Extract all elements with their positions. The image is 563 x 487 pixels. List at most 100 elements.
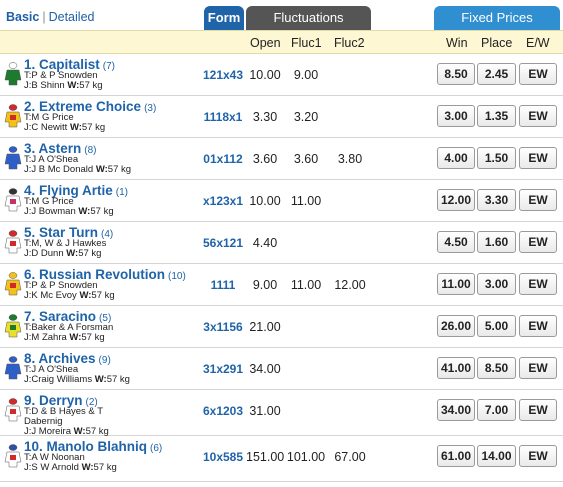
win-price-button[interactable]: 3.00: [437, 105, 475, 127]
view-toggle: Basic | Detailed: [6, 10, 94, 24]
jockey-name: D Dunn: [31, 248, 64, 259]
weight-value: 57 kg: [81, 122, 106, 133]
jockey-silks-icon: [4, 188, 22, 212]
barrier-number: (1): [115, 187, 128, 198]
runner-row: 10. Manolo Blahniq (6) T:A W Noonan J:S W A…: [0, 436, 563, 482]
weight-value: 57 kg: [106, 374, 130, 385]
form-figures[interactable]: 6x1203: [202, 404, 244, 418]
jockey-line: J:Craig Williams W:57 kg: [24, 375, 130, 385]
runner-row: 1. Capitalist (7) T:P & P Snowden J:B Shinn…: [0, 54, 563, 96]
each-way-button[interactable]: EW: [519, 445, 557, 467]
runner-row: 3. Astern (8) T:J A O'Shea J:J B Mc Donald …: [0, 138, 563, 180]
place-price-button[interactable]: 8.50: [477, 357, 516, 379]
runner-row: 5. Star Turn (4) T:M, W & J Hawkes J:D Dunn…: [0, 222, 563, 264]
fluc1-price: 11.00: [290, 278, 322, 292]
win-price-button[interactable]: 4.50: [437, 231, 475, 253]
each-way-button[interactable]: EW: [519, 399, 557, 421]
open-price: 21.00: [249, 320, 281, 334]
jockey-silks-icon: [4, 356, 22, 380]
each-way-button[interactable]: EW: [519, 147, 557, 169]
win-price-button[interactable]: 8.50: [437, 63, 475, 85]
column-header-fluc2: Fluc2: [334, 36, 365, 50]
win-price-button[interactable]: 12.00: [437, 189, 475, 211]
jockey-line: J:S W Arnold W:57 kg: [24, 463, 117, 473]
runner-row: 4. Flying Artie (1) T:M G Price J:J Bowman …: [0, 180, 563, 222]
place-price-button[interactable]: 2.45: [477, 63, 516, 85]
column-header-open: Open: [250, 36, 281, 50]
jockey-silks-icon: [4, 230, 22, 254]
form-figures[interactable]: 1118x1: [202, 110, 244, 124]
form-figures[interactable]: 01x112: [202, 152, 244, 166]
place-price-button[interactable]: 5.00: [477, 315, 516, 337]
form-figures[interactable]: 3x1156: [202, 320, 244, 334]
place-price-button[interactable]: 1.35: [477, 105, 516, 127]
fluc1-price: 3.60: [293, 152, 319, 166]
each-way-button[interactable]: EW: [519, 231, 557, 253]
each-way-button[interactable]: EW: [519, 315, 557, 337]
runner-row: 8. Archives (9) T:J A O'Shea J:Craig Willia…: [0, 348, 563, 390]
weight-value: 57 kg: [78, 248, 102, 259]
each-way-button[interactable]: EW: [519, 273, 557, 295]
barrier-number: (7): [102, 61, 116, 72]
barrier-number: (8): [84, 145, 97, 156]
fluc1-price: 101.00: [286, 450, 326, 464]
weight-value: 57 kg: [79, 80, 103, 91]
open-price: 151.00: [246, 450, 285, 464]
place-price-button[interactable]: 7.00: [477, 399, 516, 421]
column-header-place: Place: [481, 36, 513, 50]
jockey-line: J:J B Mc Donald W:57 kg: [24, 165, 131, 175]
win-price-button[interactable]: 26.00: [437, 315, 475, 337]
weight-label: W:: [94, 374, 107, 385]
jockey-name: J Bowman: [31, 206, 76, 217]
weight-value: 57 kg: [107, 164, 132, 175]
column-header-fluc1: Fluc1: [291, 36, 322, 50]
weight-value: 57 kg: [93, 462, 117, 473]
place-price-button[interactable]: 3.00: [477, 273, 516, 295]
basic-view-link[interactable]: Basic: [6, 10, 39, 24]
jockey-silks-icon: [4, 62, 22, 86]
form-figures[interactable]: 1111: [202, 278, 244, 292]
open-price: 3.60: [252, 152, 278, 166]
place-price-button[interactable]: 1.50: [477, 147, 516, 169]
form-figures[interactable]: 121x43: [202, 68, 244, 82]
jockey-name: J B Mc Donald: [31, 164, 94, 175]
fluc1-price: 11.00: [290, 194, 322, 208]
weight-label: W:: [67, 80, 80, 91]
win-price-button[interactable]: 61.00: [437, 445, 475, 467]
jockey-name: M Zahra: [31, 332, 67, 343]
win-price-button[interactable]: 11.00: [437, 273, 475, 295]
barrier-number: (9): [98, 355, 111, 366]
fluc2-price: 67.00: [334, 450, 366, 464]
win-price-button[interactable]: 34.00: [437, 399, 475, 421]
jockey-silks-icon: [4, 314, 22, 338]
win-price-button[interactable]: 41.00: [437, 357, 475, 379]
win-price-button[interactable]: 4.00: [437, 147, 475, 169]
each-way-button[interactable]: EW: [519, 357, 557, 379]
jockey-line: J:K Mc Evoy W:57 kg: [24, 291, 115, 301]
form-figures[interactable]: 31x291: [202, 362, 244, 376]
jockey-silks-icon: [4, 444, 22, 468]
tab-fixed-prices[interactable]: Fixed Prices: [434, 6, 560, 30]
place-price-button[interactable]: 14.00: [477, 445, 516, 467]
weight-value: 57 kg: [91, 290, 115, 301]
tab-fluctuations[interactable]: Fluctuations: [246, 6, 371, 30]
column-header-row: Open Fluc1 Fluc2 Win Place E/W: [0, 30, 563, 54]
jockey-line: J:C Newitt W:57 kg: [24, 123, 105, 133]
each-way-button[interactable]: EW: [519, 189, 557, 211]
each-way-button[interactable]: EW: [519, 105, 557, 127]
tab-bar: Basic | Detailed Form Fluctuations Fixed P…: [0, 0, 563, 30]
column-header-ew: E/W: [526, 36, 550, 50]
form-figures[interactable]: 56x121: [202, 236, 244, 250]
weight-value: 57 kg: [90, 206, 114, 217]
each-way-button[interactable]: EW: [519, 63, 557, 85]
tab-form[interactable]: Form: [204, 6, 244, 30]
form-figures[interactable]: 10x585: [202, 450, 244, 464]
weight-label: W:: [95, 164, 108, 175]
place-price-button[interactable]: 3.30: [477, 189, 516, 211]
place-price-button[interactable]: 1.60: [477, 231, 516, 253]
runner-row: 2. Extreme Choice (3) T:M G Price J:C Newit…: [0, 96, 563, 138]
fluc2-price: 3.80: [337, 152, 363, 166]
form-figures[interactable]: x123x1: [202, 194, 244, 208]
weight-label: W:: [69, 122, 82, 133]
detailed-view-link[interactable]: Detailed: [49, 10, 95, 24]
